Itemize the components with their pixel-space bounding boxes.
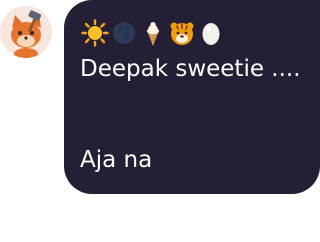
incoming-message-bubble[interactable]: Deepak sweetie .... Aja na — [64, 0, 320, 194]
new-moon-emoji-icon — [110, 19, 138, 47]
emoji-row — [81, 18, 225, 48]
chat-screen: Deepak sweetie .... Aja na — [0, 0, 320, 242]
contact-avatar[interactable] — [0, 6, 52, 58]
fox-avatar-icon — [0, 6, 52, 58]
sun-emoji-icon — [81, 19, 109, 47]
egg-emoji-icon — [197, 19, 225, 47]
message-text-line-2: Aja na — [80, 147, 153, 173]
ice-cream-emoji-icon — [139, 19, 167, 47]
tiger-face-emoji-icon — [168, 19, 196, 47]
message-text-line-1: Deepak sweetie .... — [80, 56, 301, 82]
